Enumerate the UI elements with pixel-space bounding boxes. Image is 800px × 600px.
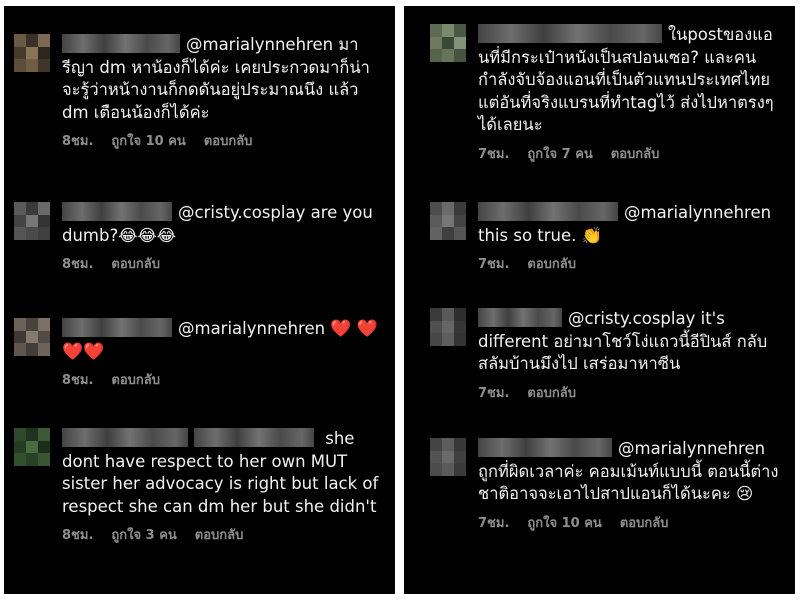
avatar[interactable]: [14, 34, 50, 72]
timestamp: 8ชม.: [62, 528, 94, 543]
comment-text: she dont have respect to her own MUT sis…: [62, 428, 387, 518]
timestamp: 8ชม.: [62, 257, 94, 272]
screenshot-panel-right: ในpostของแอนที่มีกระเป๋าหนังเป็นสปอนเซอ?…: [404, 6, 795, 594]
censored-username: [478, 308, 562, 327]
comment-text: @marialynnehren this so true. 👏: [478, 202, 787, 247]
avatar[interactable]: [14, 428, 50, 466]
comment-meta: 7ชม. ถูกใจ 10 คน ตอบกลับ: [478, 512, 787, 533]
avatar[interactable]: [430, 308, 466, 346]
reply-button[interactable]: ตอบกลับ: [111, 369, 160, 390]
avatar[interactable]: [430, 24, 466, 62]
reply-button[interactable]: ตอบกลับ: [204, 130, 253, 151]
comment-text: @marialynnehren มา รีญา dm หาน้องก็ได้ค่…: [62, 34, 387, 124]
comment-meta: 7ชม. ตอบกลับ: [478, 253, 787, 274]
comment-text: @cristy.cosplay it's different อย่ามาโชว…: [478, 308, 787, 376]
likes-count[interactable]: ถูกใจ 3 คน: [111, 524, 176, 545]
likes-count[interactable]: ถูกใจ 10 คน: [527, 512, 601, 533]
avatar[interactable]: [14, 318, 50, 356]
comment-meta: 7ชม. ถูกใจ 7 คน ตอบกลับ: [478, 143, 787, 164]
censored-username: [62, 318, 172, 337]
reply-button[interactable]: ตอบกลับ: [111, 253, 160, 274]
comment-text: ในpostของแอนที่มีกระเป๋าหนังเป็นสปอนเซอ?…: [478, 24, 787, 137]
comment-meta: 8ชม. ตอบกลับ: [62, 253, 387, 274]
censored-username: [478, 438, 612, 457]
comment-meta: 8ชม. ถูกใจ 3 คน ตอบกลับ: [62, 524, 387, 545]
comment-text: @marialynnehren ถูกที่ผิดเวลาค่ะ คอมเม้น…: [478, 438, 787, 506]
comment-text: @marialynnehren ❤️ ❤️❤️❤️: [62, 318, 387, 363]
timestamp: 7ชม.: [478, 385, 510, 401]
timestamp: 7ชม.: [478, 146, 510, 162]
likes-count[interactable]: ถูกใจ 10 คน: [111, 130, 185, 151]
avatar[interactable]: [430, 438, 466, 476]
mention-link[interactable]: @marialynnehren: [178, 319, 325, 338]
censored-username: [62, 202, 172, 221]
mention-link[interactable]: @cristy.cosplay: [568, 309, 695, 328]
reply-button[interactable]: ตอบกลับ: [527, 382, 576, 403]
reply-button[interactable]: ตอบกลับ: [195, 524, 244, 545]
comment-text: @cristy.cosplay are you dumb?😂😂😂: [62, 202, 387, 247]
timestamp: 8ชม.: [62, 134, 94, 149]
timestamp: 8ชม.: [62, 373, 94, 388]
censored-username: [478, 202, 618, 221]
mention-link[interactable]: @marialynnehren: [624, 203, 771, 222]
reply-button[interactable]: ตอบกลับ: [527, 253, 576, 274]
avatar[interactable]: [430, 202, 466, 240]
mention-link[interactable]: @cristy.cosplay: [178, 203, 305, 222]
screenshot-panel-left: @marialynnehren มา รีญา dm หาน้องก็ได้ค่…: [4, 6, 395, 594]
timestamp: 7ชม.: [478, 257, 510, 272]
reply-button[interactable]: ตอบกลับ: [611, 143, 660, 164]
censored-username: [478, 24, 662, 43]
avatar[interactable]: [14, 202, 50, 240]
reply-button[interactable]: ตอบกลับ: [620, 512, 669, 533]
mention-link[interactable]: @marialynnehren: [186, 35, 333, 54]
censored-username: [62, 34, 180, 53]
comment-body: this so true. 👏: [478, 225, 603, 245]
censored-username: [62, 428, 188, 447]
comment-body: ถูกที่ผิดเวลาค่ะ คอมเม้นท์แบบนี้ ตอนนี้ต…: [478, 461, 779, 504]
comment-meta: 7ชม. ตอบกลับ: [478, 382, 787, 403]
mention-link[interactable]: @marialynnehren: [618, 439, 765, 458]
comment-meta: 8ชม. ถูกใจ 10 คน ตอบกลับ: [62, 130, 387, 151]
likes-count[interactable]: ถูกใจ 7 คน: [527, 143, 592, 164]
timestamp: 7ชม.: [478, 515, 510, 531]
censored-username: [194, 428, 314, 447]
comment-meta: 8ชม. ตอบกลับ: [62, 369, 387, 390]
